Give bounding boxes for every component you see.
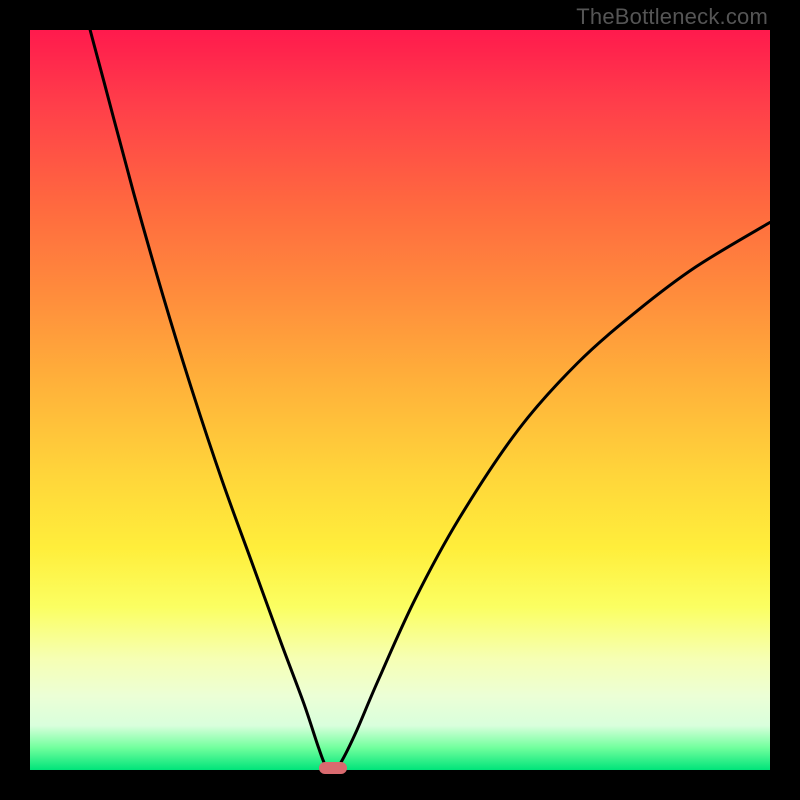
watermark-text: TheBottleneck.com: [576, 4, 768, 30]
bottleneck-curve: [30, 30, 770, 770]
plot-area: [30, 30, 770, 770]
optimal-marker: [319, 762, 347, 774]
chart-frame: TheBottleneck.com: [0, 0, 800, 800]
curve-path: [30, 0, 770, 770]
